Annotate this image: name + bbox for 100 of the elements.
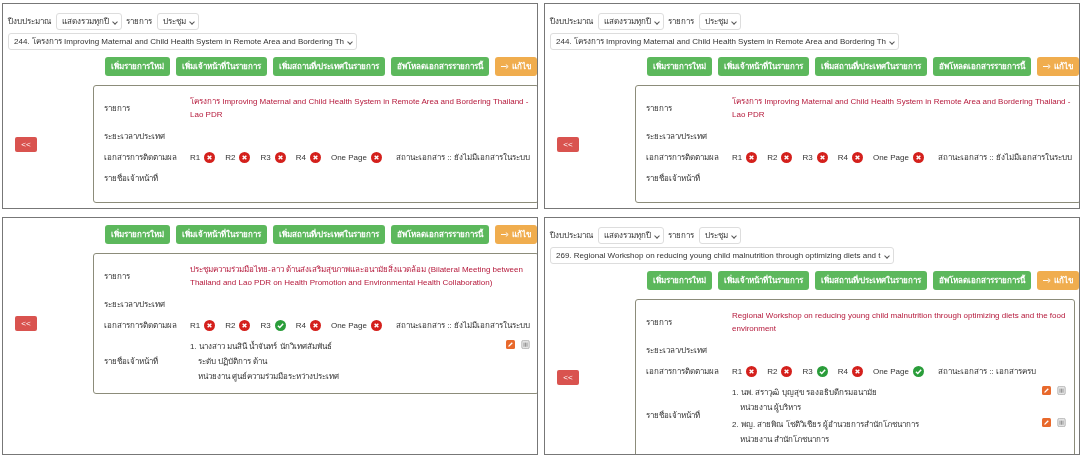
staff-text: 2. พญ. สายพิณ โชติวิเชียร ผู้อำนวยการสำนักโภชนาการ [732,418,919,431]
field-label: เอกสารการติดตามผล [646,151,720,164]
trash-icon[interactable] [1057,385,1066,395]
action-button[interactable]: เพิ่มรายการใหม่ [646,57,712,76]
staff-text: 1. นพ. สราวุฒิ บุญสุข รองอธิบดีกรมอนามัย [732,386,877,399]
action-button[interactable]: เพิ่มเจ้าหน้าที่ในรายการ [175,225,267,244]
arrow-icon [501,64,509,69]
document-label: One Page [872,152,909,162]
document-status: สถานะเอกสาร :: เอกสารครบ [937,365,1036,378]
back-button[interactable]: << [15,136,37,152]
type-select[interactable]: ประชุม [157,13,199,30]
filter-label: รายการ [668,16,694,28]
pencil-icon[interactable] [1042,417,1051,427]
document-label: One Page [872,366,909,376]
staff-text: หน่วยงาน สำนักโภชนาการ [740,433,830,446]
document-status: สถานะเอกสาร :: ยังไม่มีเอกสารในระบบ [937,151,1072,164]
field-label: รายชื่อเจ้าหน้าที่ [104,355,159,368]
document-label: R4 [837,152,848,162]
edit-button[interactable]: แก้ไข [1037,57,1079,76]
back-button[interactable]: << [557,370,579,386]
document-label: One Page [330,152,367,162]
document-label: R3 [260,320,271,330]
filter-label: รายการ [126,16,152,28]
action-button[interactable]: อัพโหลดเอกสารรายการนี้ [933,57,1031,76]
action-button[interactable]: เพิ่มเจ้าหน้าที่ในรายการ [717,271,809,290]
field-label: เอกสารการติดตามผล [104,319,178,332]
action-button[interactable]: เพิ่มเจ้าหน้าที่ในรายการ [175,57,267,76]
field-label: รายการ [646,317,673,330]
field-label: เอกสารการติดตามผล [104,151,178,164]
document-label: R2 [225,152,236,162]
arrow-icon [501,232,509,237]
filter-label: ปีงบประมาณ [550,230,593,242]
document-label: R1 [732,152,743,162]
document-label: R3 [802,152,813,162]
document-label: R3 [802,366,813,376]
document-label: R2 [767,366,778,376]
project-title: Regional Workshop on reducing young child malnutrition through optimizing diets and the food environment [732,310,1066,335]
document-label: R4 [295,152,306,162]
field-label: ระยะเวลา/ประเทศ [646,344,709,357]
document-status: สถานะเอกสาร :: ยังไม่มีเอกสารในระบบ [395,319,530,332]
type-select[interactable]: ประชุม [699,13,741,30]
field-label: รายชื่อเจ้าหน้าที่ [104,172,159,185]
document-status: สถานะเอกสาร :: ยังไม่มีเอกสารในระบบ [395,151,530,164]
trash-icon[interactable] [520,339,530,349]
staff-text: หน่วยงาน ผู้บริหาร [740,401,802,414]
arrow-icon [1043,64,1051,69]
project-select[interactable]: 269. Regional Workshop on reducing young child malnutrition through optimizing diets and t [550,247,894,264]
filter-label: รายการ [668,230,694,242]
document-label: One Page [330,320,367,330]
action-button[interactable]: เพิ่มเจ้าหน้าที่ในรายการ [717,57,809,76]
field-label: รายชื่อเจ้าหน้าที่ [646,172,701,185]
action-button[interactable]: อัพโหลดเอกสารรายการนี้ [933,271,1031,290]
action-button[interactable]: เพิ่มสถานที่/ประเทศในรายการ [272,57,385,76]
action-button[interactable]: เพิ่มรายการใหม่ [104,225,170,244]
document-label: R4 [837,366,848,376]
year-select[interactable]: แสดงรวมทุกปี [598,13,664,30]
staff-text: 1. นางสาว มนสินี น้ำจันทร์ นักวิเทศสัมพันธ์ [190,340,332,353]
field-label: เอกสารการติดตามผล [646,365,720,378]
filter-label: ปีงบประมาณ [8,16,51,28]
back-button[interactable]: << [15,315,37,331]
field-label: ระยะเวลา/ประเทศ [646,130,709,143]
filter-label: ปีงบประมาณ [550,16,593,28]
edit-button[interactable]: แก้ไข [495,225,537,244]
action-button[interactable]: อัพโหลดเอกสารรายการนี้ [391,225,489,244]
document-label: R2 [225,320,236,330]
year-select[interactable]: แสดงรวมทุกปี [598,227,664,244]
staff-text: ระดับ ปฏิบัติการ ด้าน [198,355,268,368]
field-label: ระยะเวลา/ประเทศ [104,130,167,143]
action-button[interactable]: เพิ่มสถานที่/ประเทศในรายการ [814,271,927,290]
action-button[interactable]: เพิ่มสถานที่/ประเทศในรายการ [272,225,385,244]
pencil-icon[interactable] [505,339,515,349]
project-select[interactable]: 244. โครงการ Improving Maternal and Child Health System in Remote Area and Bordering Th [550,33,899,50]
edit-button[interactable]: แก้ไข [495,57,537,76]
project-title: ประชุมความร่วมมือไทย-ลาว ด้านส่งเสริมสุขภาพและอนามัยสิ่งแวดล้อม (Bilateral Meeting between Thailand and Lao PDR on Health Promotion and Environmental Health Collaboration) [190,264,524,289]
document-label: R4 [295,320,306,330]
project-title: โครงการ Improving Maternal and Child Health System in Remote Area and Bordering Thailand - Lao PDR [190,96,530,121]
document-label: R3 [260,152,271,162]
document-label: R1 [190,152,201,162]
pencil-icon[interactable] [1042,385,1051,395]
document-label: R1 [190,320,201,330]
project-title: โครงการ Improving Maternal and Child Health System in Remote Area and Bordering Thailand - Lao PDR [732,96,1072,121]
field-label: รายชื่อเจ้าหน้าที่ [646,409,701,423]
action-button[interactable]: เพิ่มรายการใหม่ [104,57,170,76]
project-select[interactable]: 244. โครงการ Improving Maternal and Child Health System in Remote Area and Bordering Th [8,33,357,50]
document-label: R2 [767,152,778,162]
document-label: R1 [732,366,743,376]
field-label: รายการ [104,271,131,284]
field-label: ระยะเวลา/ประเทศ [104,298,167,311]
arrow-icon [1043,278,1051,283]
action-button[interactable]: อัพโหลดเอกสารรายการนี้ [391,57,489,76]
field-label: รายการ [104,103,131,116]
trash-icon[interactable] [1057,417,1066,427]
staff-text: หน่วยงาน ศูนย์ความร่วมมือระหว่างประเทศ [198,370,340,383]
action-button[interactable]: เพิ่มสถานที่/ประเทศในรายการ [814,57,927,76]
edit-button[interactable]: แก้ไข [1037,271,1079,290]
type-select[interactable]: ประชุม [699,227,741,244]
back-button[interactable]: << [557,136,579,152]
field-label: รายการ [646,103,673,116]
year-select[interactable]: แสดงรวมทุกปี [56,13,122,30]
action-button[interactable]: เพิ่มรายการใหม่ [646,271,712,290]
